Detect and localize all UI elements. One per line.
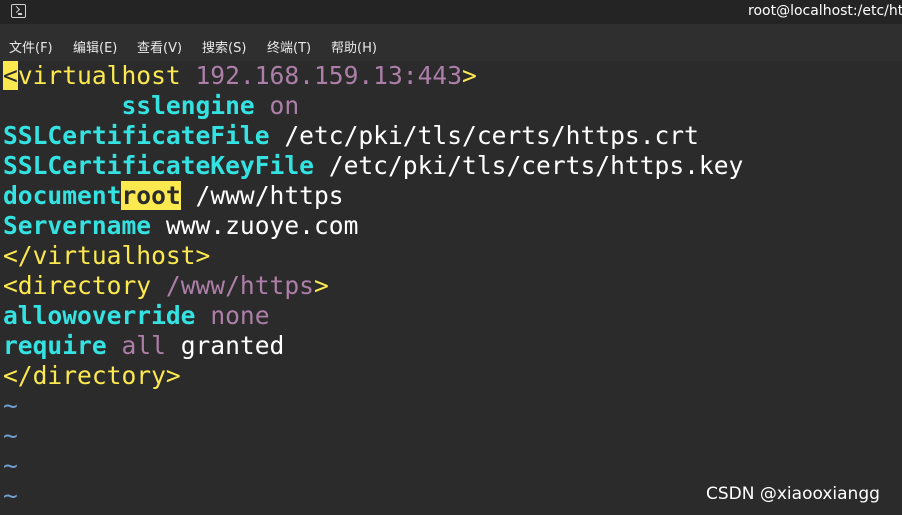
tag-argument: 192.168.159.13:443 — [195, 61, 463, 90]
closing-tag: </virtualhost> — [3, 241, 211, 270]
search-highlight: root — [121, 181, 181, 210]
editor-line: </directory> — [3, 361, 181, 391]
window-title: root@localhost:/etc/ht — [748, 3, 902, 19]
empty-line-tilde: ~ — [3, 451, 18, 480]
vim-editor[interactable]: <virtualhost 192.168.159.13:443> sslengi… — [0, 61, 902, 515]
menu-edit[interactable]: 编辑(E) — [73, 37, 117, 56]
directive: require — [3, 331, 107, 360]
menu-bar: 文件(F) 编辑(E) 查看(V) 搜索(S) 终端(T) 帮助(H) — [0, 24, 902, 61]
text-cursor: < — [3, 61, 18, 90]
editor-line: SSLCertificateFile /etc/pki/tls/certs/ht… — [3, 121, 699, 151]
directive: allowoverride — [3, 301, 196, 330]
directive-value: all — [121, 331, 166, 360]
directive-value: /etc/pki/tls/certs/https.key — [313, 151, 744, 180]
editor-line: <virtualhost 192.168.159.13:443> — [3, 61, 477, 90]
tag-argument: /www/https — [165, 271, 314, 300]
directive: sslengine — [121, 91, 255, 120]
editor-line: allowoverride none — [3, 301, 270, 331]
closing-tag: </directory> — [3, 361, 181, 390]
editor-line: documentroot /www/https — [3, 181, 344, 211]
title-bar: root@localhost:/etc/ht — [0, 0, 902, 24]
editor-line: SSLCertificateKeyFile /etc/pki/tls/certs… — [3, 151, 743, 181]
directive: Servername — [3, 211, 152, 240]
watermark: CSDN @xiaooxiangg — [706, 484, 880, 504]
empty-line-tilde: ~ — [3, 481, 18, 510]
directive-value: on — [269, 91, 300, 120]
menu-file[interactable]: 文件(F) — [9, 37, 53, 56]
menu-search[interactable]: 搜索(S) — [202, 37, 246, 56]
editor-line: sslengine on — [3, 91, 299, 121]
menu-view[interactable]: 查看(V) — [137, 37, 182, 56]
empty-line-tilde: ~ — [3, 391, 18, 420]
directive: SSLCertificateFile — [3, 121, 270, 150]
directive-value: www.zuoye.com — [151, 211, 359, 240]
editor-line: require all granted — [3, 331, 285, 360]
directive-value: /www/https — [180, 181, 344, 210]
menu-help[interactable]: 帮助(H) — [331, 37, 377, 56]
empty-line-tilde: ~ — [3, 421, 18, 450]
directive-value: /etc/pki/tls/certs/https.crt — [269, 121, 699, 150]
tag-name: virtualhost — [17, 61, 181, 90]
terminal-icon[interactable] — [11, 4, 26, 18]
menu-terminal[interactable]: 终端(T) — [267, 37, 311, 56]
directive: document — [3, 181, 122, 210]
editor-line: <directory /www/https> — [3, 271, 329, 300]
directive-value: none — [210, 301, 270, 330]
tag-name: <directory — [3, 271, 152, 300]
terminal-window: root@localhost:/etc/ht 文件(F) 编辑(E) 查看(V)… — [0, 0, 902, 515]
directive: SSLCertificateKeyFile — [3, 151, 314, 180]
editor-line: Servername www.zuoye.com — [3, 211, 358, 241]
editor-line: </virtualhost> — [3, 241, 210, 271]
